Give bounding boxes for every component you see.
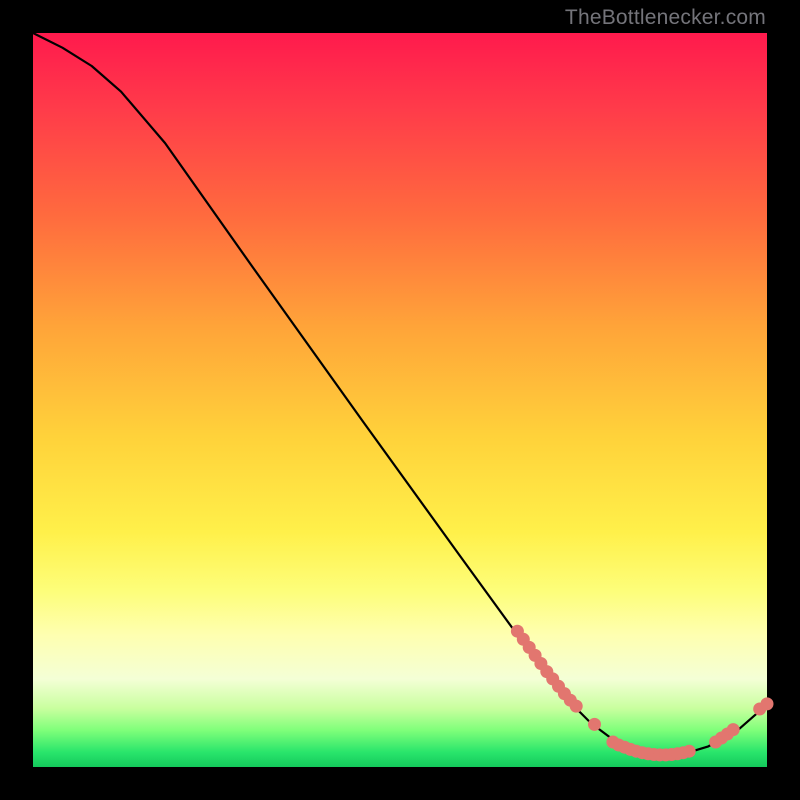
highlight-dots-group	[511, 625, 774, 762]
highlight-dot	[683, 745, 696, 758]
plot-area	[33, 33, 767, 767]
highlight-dot	[761, 697, 774, 710]
highlight-dot	[588, 718, 601, 731]
chart-svg	[33, 33, 767, 767]
highlight-dot	[727, 723, 740, 736]
bottleneck-curve	[33, 33, 767, 755]
attribution-text: TheBottlenecker.com	[565, 6, 766, 30]
chart-stage: TheBottlenecker.com	[0, 0, 800, 800]
highlight-dot	[570, 700, 583, 713]
